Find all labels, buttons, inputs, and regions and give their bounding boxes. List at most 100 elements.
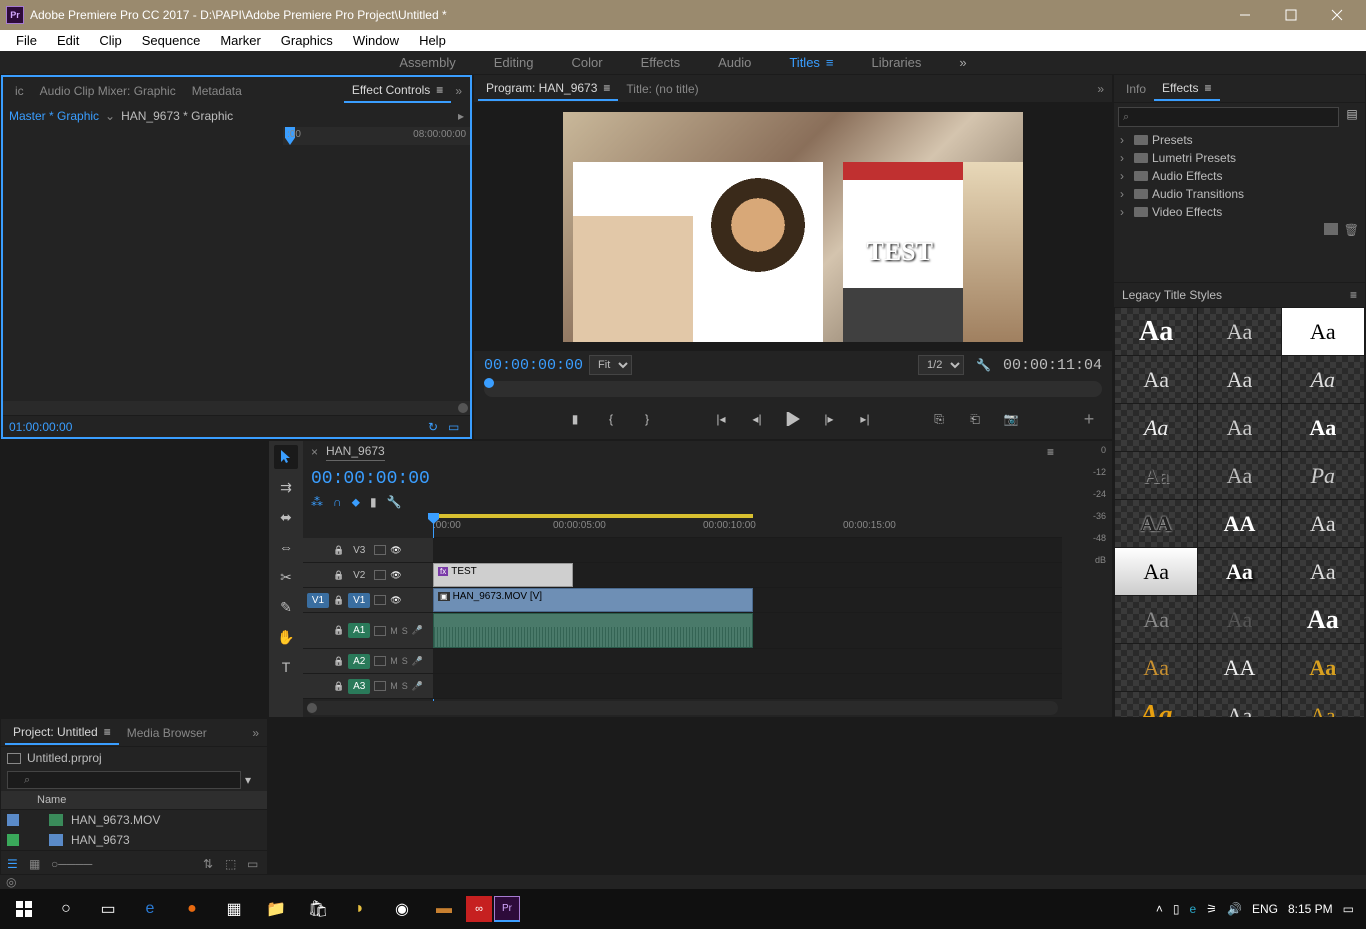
add-marker-icon[interactable]: ⬥ (352, 495, 360, 510)
track-label[interactable]: A2 (348, 654, 370, 669)
add-marker-button[interactable]: ▮ (566, 410, 584, 428)
mute-button[interactable]: M (390, 626, 398, 636)
menu-edit[interactable]: Edit (47, 30, 89, 51)
close-button[interactable] (1314, 0, 1360, 30)
tree-audio-effects[interactable]: Audio Effects (1114, 167, 1365, 185)
solo-button[interactable]: S (402, 626, 408, 636)
panel-overflow[interactable]: » (451, 84, 466, 98)
tab-program[interactable]: Program: HAN_9673 (478, 77, 618, 101)
cortana-button[interactable]: ○ (46, 889, 86, 929)
program-scrubber[interactable] (484, 381, 1102, 397)
maximize-button[interactable] (1268, 0, 1314, 30)
workspace-editing[interactable]: Editing (492, 51, 536, 74)
sync-lock-icon[interactable] (374, 681, 386, 691)
project-item[interactable]: HAN_9673.MOV (1, 810, 267, 830)
type-tool[interactable]: T (274, 655, 298, 679)
mute-button[interactable]: M (390, 656, 398, 666)
project-item[interactable]: HAN_9673 (1, 830, 267, 850)
sync-lock-icon[interactable] (374, 545, 386, 555)
new-bin-icon[interactable]: ▤ (1343, 107, 1361, 127)
toggle-track-output-icon[interactable] (390, 545, 401, 556)
title-style-swatch[interactable]: Aa (1198, 308, 1280, 355)
icon-view-icon[interactable]: ▦ (29, 857, 43, 869)
voice-over-icon[interactable]: 🎤 (412, 625, 423, 636)
tray-language[interactable]: ENG (1252, 902, 1278, 916)
voice-over-icon[interactable]: 🎤 (412, 681, 423, 692)
resolution-select[interactable]: 1/2 (918, 355, 964, 375)
panel-menu-icon[interactable]: ≡ (1350, 288, 1357, 302)
button-editor[interactable]: + (1080, 410, 1098, 428)
linked-selection-icon[interactable]: ∩ (333, 495, 342, 510)
tab-title[interactable]: Title: (no title) (618, 78, 706, 100)
settings-icon[interactable]: 🔧 (387, 495, 402, 510)
taskbar-firefox[interactable]: ● (172, 889, 212, 929)
track-label[interactable]: V3 (348, 543, 370, 558)
title-style-swatch[interactable]: Aa (1115, 452, 1197, 499)
lock-icon[interactable] (333, 625, 344, 636)
tab-info[interactable]: Info (1118, 78, 1154, 100)
panel-overflow[interactable]: » (1093, 82, 1108, 96)
pen-tool[interactable]: ✎ (274, 595, 298, 619)
clip-audio[interactable] (433, 613, 753, 648)
step-back-button[interactable]: ◂| (748, 410, 766, 428)
tree-presets[interactable]: Presets (1114, 131, 1365, 149)
tab-media-browser[interactable]: Media Browser (119, 722, 215, 744)
razor-tool[interactable]: ✂ (274, 565, 298, 589)
track-label[interactable]: V2 (348, 568, 370, 583)
tray-notifications-icon[interactable]: ▭ (1343, 902, 1354, 916)
track-label[interactable]: A3 (348, 679, 370, 694)
title-style-swatch[interactable]: Aa (1282, 308, 1364, 355)
trash-icon[interactable]: 🗑 (1344, 223, 1359, 237)
tray-wifi-icon[interactable]: ⚞ (1206, 902, 1217, 916)
go-to-out-button[interactable]: ▸| (856, 410, 874, 428)
track-label[interactable]: A1 (348, 623, 370, 638)
clip-graphic[interactable]: fxTEST (433, 563, 573, 587)
export-frame-button[interactable]: 📷 (1002, 410, 1020, 428)
work-area-bar[interactable] (433, 514, 753, 518)
play-button[interactable] (784, 410, 802, 428)
tab-effects[interactable]: Effects (1154, 77, 1219, 101)
title-style-swatch[interactable]: AA (1198, 500, 1280, 547)
tree-lumetri[interactable]: Lumetri Presets (1114, 149, 1365, 167)
taskbar-premiere[interactable]: Pr (494, 896, 520, 922)
marker-icon[interactable]: ▮ (370, 495, 377, 510)
title-style-swatch[interactable]: Aa (1198, 692, 1280, 717)
menu-graphics[interactable]: Graphics (271, 30, 343, 51)
solo-button[interactable]: S (402, 681, 408, 691)
rolling-edit-tool[interactable]: ⇔ (274, 535, 298, 559)
taskbar-app[interactable]: ◗ (340, 889, 380, 929)
track-select-tool[interactable]: ⇉ (274, 475, 298, 499)
clip-video[interactable]: ▣HAN_9673.MOV [V] (433, 588, 753, 612)
track-label[interactable]: V1 (348, 593, 370, 608)
workspace-effects[interactable]: Effects (639, 51, 683, 74)
sort-icon[interactable]: ⇅ (203, 857, 217, 869)
menu-window[interactable]: Window (343, 30, 409, 51)
tray-volume-icon[interactable]: 🔊 (1227, 902, 1242, 916)
tree-audio-transitions[interactable]: Audio Transitions (1114, 185, 1365, 203)
taskbar-creative-cloud[interactable]: ∞ (466, 896, 492, 922)
title-style-swatch[interactable]: Aa (1115, 356, 1197, 403)
workspace-audio[interactable]: Audio (716, 51, 753, 74)
title-style-swatch[interactable]: Aa (1282, 356, 1364, 403)
tree-video-effects[interactable]: Video Effects (1114, 203, 1365, 221)
tab-project[interactable]: Project: Untitled (5, 721, 119, 745)
menu-sequence[interactable]: Sequence (132, 30, 211, 51)
sync-lock-icon[interactable] (374, 656, 386, 666)
taskbar-explorer[interactable]: 📁 (256, 889, 296, 929)
mark-in-button[interactable]: { (602, 410, 620, 428)
lock-icon[interactable] (333, 545, 344, 556)
voice-over-icon[interactable]: 🎤 (412, 656, 423, 667)
tray-edge-icon[interactable]: e (1190, 902, 1197, 916)
zoom-handle[interactable] (458, 403, 468, 413)
extract-button[interactable]: ⎗ (966, 410, 984, 428)
workspace-titles[interactable]: Titles (787, 51, 835, 74)
taskbar-app[interactable]: ◉ (382, 889, 422, 929)
title-style-swatch[interactable]: Aa (1282, 692, 1364, 717)
title-style-swatch[interactable]: Aa (1198, 452, 1280, 499)
timeline-zoom-scroll[interactable] (307, 701, 1058, 715)
taskbar-edge[interactable]: e (130, 889, 170, 929)
tab-source[interactable]: ic (7, 80, 32, 102)
program-timecode[interactable]: 00:00:00:00 (484, 357, 583, 374)
title-style-swatch[interactable]: AA (1115, 500, 1197, 547)
title-style-swatch[interactable]: Aa (1115, 596, 1197, 643)
